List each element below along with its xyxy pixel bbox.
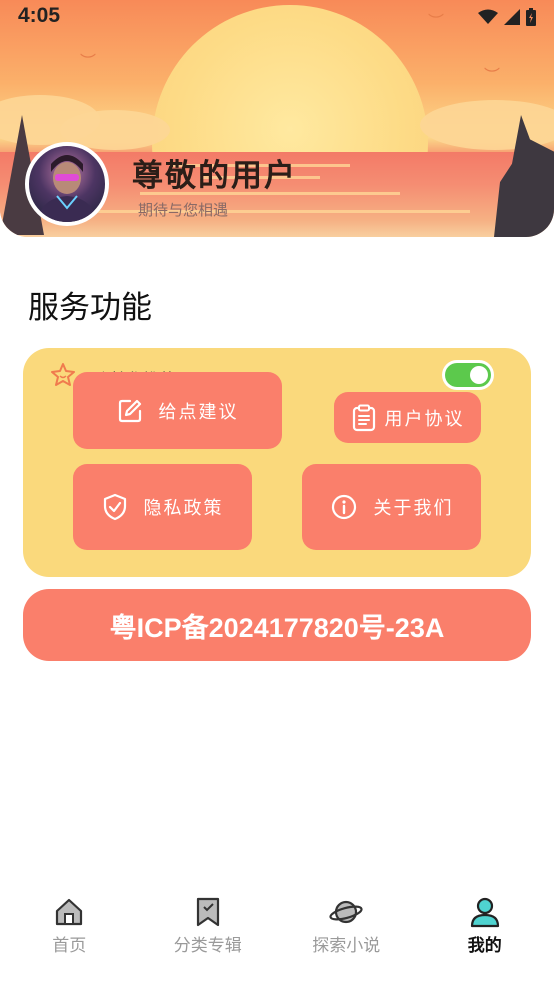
- tab-category-label: 分类专辑: [173, 936, 242, 956]
- status-icons: [478, 8, 536, 26]
- tab-explore[interactable]: 探索小说: [277, 895, 416, 975]
- bird-icon: ︶: [428, 12, 445, 31]
- about-label: 关于我们: [373, 498, 454, 519]
- signal-icon: [504, 9, 520, 25]
- bird-icon: ︶: [484, 66, 501, 85]
- wifi-icon: [478, 9, 498, 24]
- bookmark-icon: [191, 895, 225, 929]
- edit-icon: [118, 399, 141, 422]
- toggle-knob: [470, 366, 488, 384]
- tab-mine-label: 我的: [467, 936, 502, 956]
- personalized-toggle[interactable]: [442, 360, 494, 390]
- feedback-label: 给点建议: [158, 401, 239, 423]
- status-time: 4:05: [18, 4, 61, 27]
- tab-explore-label: 探索小说: [312, 936, 381, 956]
- agreement-button[interactable]: 用户协议: [334, 392, 481, 443]
- icp-text: 粤ICP备2024177820号-23A: [109, 612, 445, 643]
- planet-icon: [329, 895, 363, 929]
- home-icon: [52, 895, 86, 929]
- privacy-button[interactable]: 隐私政策: [73, 464, 252, 550]
- about-button[interactable]: 关于我们: [302, 464, 481, 550]
- tab-home-label: 首页: [52, 936, 87, 956]
- section-title: 服务功能: [28, 290, 152, 326]
- battery-icon: [526, 8, 536, 26]
- feedback-button[interactable]: 给点建议: [73, 372, 282, 449]
- user-icon: [468, 895, 502, 929]
- privacy-label: 隐私政策: [143, 498, 224, 519]
- bottom-tabbar: 首页 分类专辑 探索小说 我的: [0, 895, 554, 975]
- tab-category[interactable]: 分类专辑: [139, 895, 278, 975]
- profile-screen: ︶ ︶ ︶ 4:05 尊敬的用户 期待与您相遇 服务功能 给点建议 用户协议 隐…: [0, 0, 554, 984]
- info-icon: [331, 494, 356, 520]
- avatar[interactable]: [25, 142, 109, 226]
- agreement-label: 用户协议: [384, 408, 465, 430]
- bird-icon: ︶: [80, 52, 97, 71]
- tab-home[interactable]: 首页: [0, 895, 139, 975]
- tab-mine[interactable]: 我的: [416, 895, 554, 975]
- avatar-image: [37, 155, 97, 222]
- clipboard-icon: [352, 404, 375, 431]
- user-name: 尊敬的用户: [132, 158, 297, 194]
- shield-check-icon: [103, 493, 126, 521]
- header-banner: ︶ ︶ ︶ 4:05 尊敬的用户 期待与您相遇: [0, 0, 554, 237]
- user-subtitle: 期待与您相遇: [138, 201, 229, 219]
- icp-banner[interactable]: 粤ICP备2024177820号-23A: [23, 589, 531, 661]
- toggle-track: [445, 363, 491, 387]
